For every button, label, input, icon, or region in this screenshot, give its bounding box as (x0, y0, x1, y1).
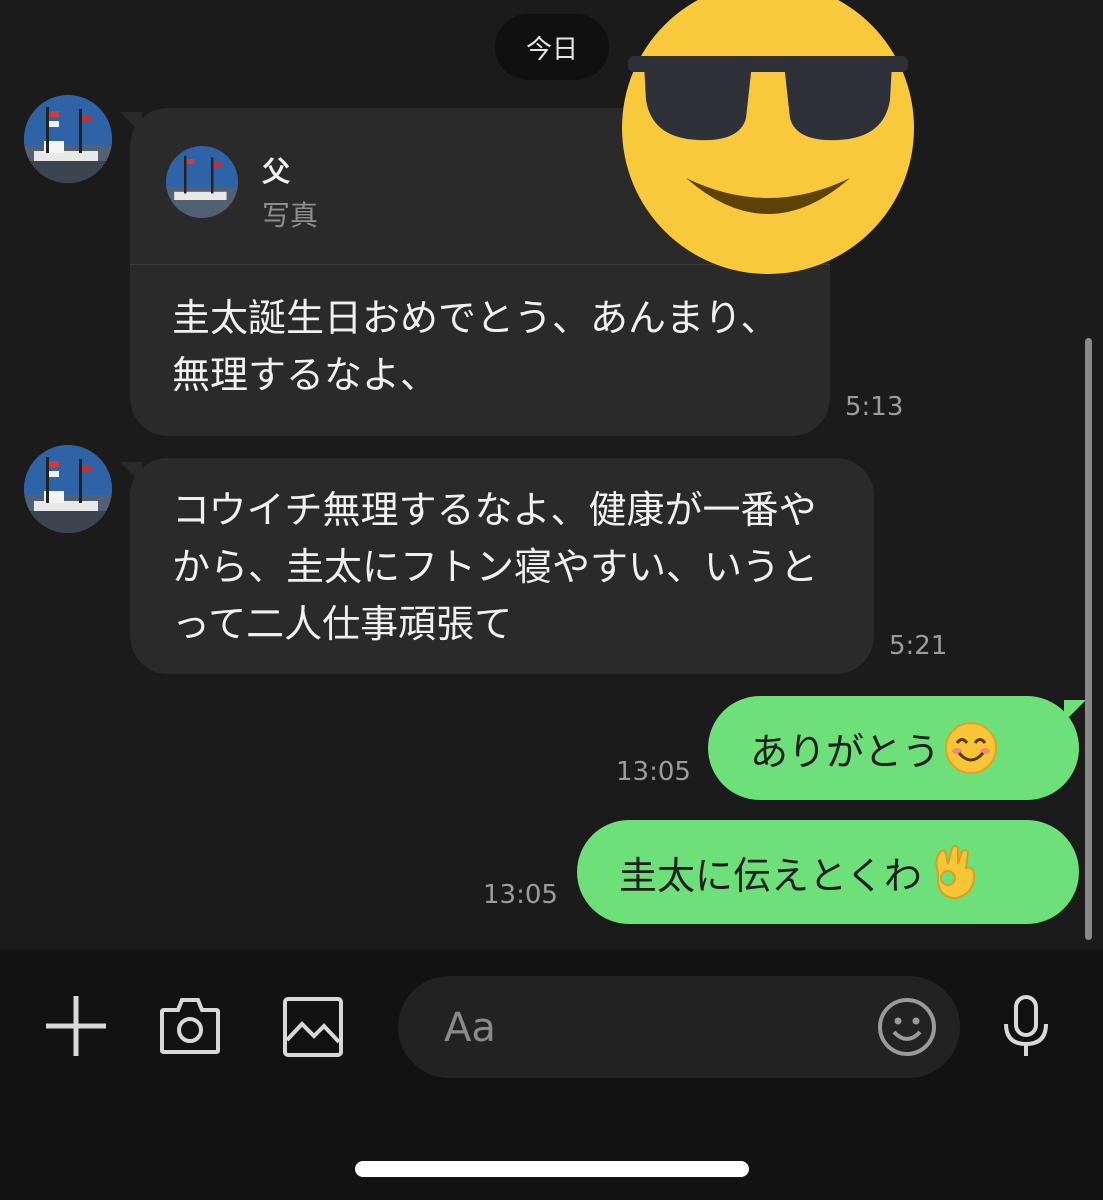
sender-avatar[interactable] (24, 445, 112, 533)
message-time: 13:05 (483, 880, 558, 910)
sunglasses-face-icon (622, 0, 914, 274)
message-bubble-outgoing[interactable]: 圭太に伝えとくわ (577, 820, 1079, 924)
message-input[interactable] (442, 998, 866, 1058)
date-separator: 今日 (495, 14, 609, 80)
ok-hand-icon (935, 845, 975, 900)
home-indicator (355, 1161, 749, 1177)
image-icon[interactable] (282, 996, 344, 1058)
message-input-box[interactable] (398, 976, 960, 1078)
composer-bar (0, 950, 1103, 1200)
message-text: ありがとう (750, 729, 941, 774)
smiling-face-icon (945, 722, 998, 774)
avatar-photo (24, 95, 112, 183)
reply-preview-text: 写真 (262, 199, 319, 232)
camera-icon[interactable] (158, 996, 222, 1056)
avatar-photo (24, 445, 112, 533)
message-bubble[interactable]: コウイチ無理するなよ、健康が一番やから、圭太にフトン寝やすい、いうとって二人仕事… (130, 458, 874, 674)
emoji-icon[interactable] (876, 996, 938, 1058)
reply-sender-name: 父 (262, 155, 291, 188)
message-time: 5:13 (845, 392, 904, 422)
plus-icon[interactable] (44, 994, 108, 1058)
chat-area[interactable]: 今日 父 写真 圭太誕生日おめでとう、あんまり、無理するなよ、 5:13 コウイ… (0, 0, 1103, 950)
message-text: 圭太誕生日おめでとう、あんまり、無理するなよ、 (172, 296, 779, 397)
message-text: コウイチ無理するなよ、健康が一番やから、圭太にフトン寝やすい、いうとって二人仕事… (172, 488, 819, 646)
message-time: 13:05 (616, 757, 691, 787)
message-text: 圭太に伝えとくわ (619, 853, 922, 898)
reply-avatar (166, 146, 238, 218)
sender-avatar[interactable] (24, 95, 112, 183)
scrollbar[interactable] (1085, 338, 1092, 940)
message-time: 5:21 (889, 631, 948, 661)
date-separator-label: 今日 (525, 34, 578, 65)
message-bubble-outgoing[interactable]: ありがとう (708, 696, 1079, 800)
microphone-icon[interactable] (1000, 994, 1052, 1060)
